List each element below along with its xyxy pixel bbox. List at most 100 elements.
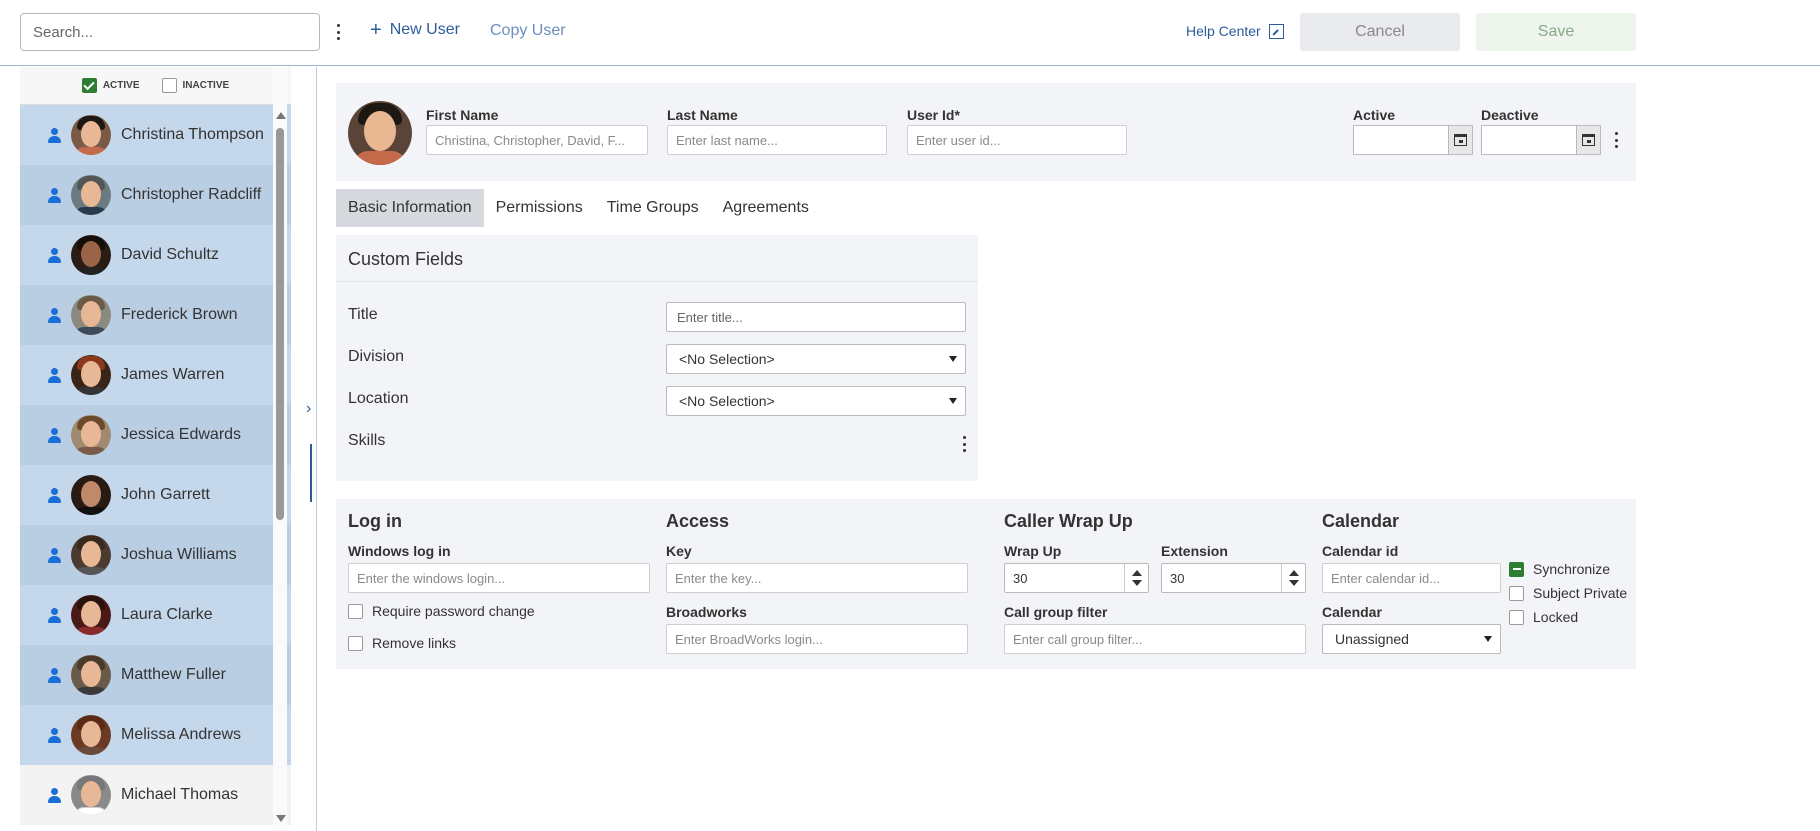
calendar-title: Calendar <box>1322 511 1400 531</box>
user-list-item[interactable]: Frederick Brown <box>20 285 291 345</box>
tab-agreements[interactable]: Agreements <box>711 189 821 227</box>
calendar-icon[interactable] <box>1448 126 1472 154</box>
user-name: David Schultz <box>121 246 219 263</box>
user-list-item[interactable]: Jessica Edwards <box>20 405 291 465</box>
first-name-field[interactable] <box>426 125 648 155</box>
calendar-id-label: Calendar id <box>1322 543 1399 559</box>
subject-private-label: Subject Private <box>1533 585 1628 601</box>
title-field[interactable] <box>666 302 966 332</box>
access-title: Access <box>666 511 730 531</box>
panel-divider <box>316 67 317 831</box>
plus-icon: + <box>370 19 382 41</box>
subject-private-option[interactable]: Subject Private <box>1509 585 1627 601</box>
divider <box>336 281 978 282</box>
deactive-date-field[interactable] <box>1481 125 1601 155</box>
help-center-link[interactable]: Help Center <box>1186 23 1284 39</box>
avatar <box>71 475 111 515</box>
require-password-option[interactable]: Require password change <box>348 603 535 619</box>
user-list-item[interactable]: Christina Thompson <box>20 105 291 165</box>
scroll-up-icon[interactable] <box>276 112 286 119</box>
person-icon <box>48 607 61 623</box>
scrollbar-thumb[interactable] <box>276 128 284 520</box>
location-select[interactable]: <No Selection> <box>666 386 966 416</box>
extension-stepper[interactable]: 30 <box>1161 563 1306 593</box>
top-toolbar: + New User Copy User Help Center Cancel … <box>0 0 1820 66</box>
user-list-item[interactable]: John Garrett <box>20 465 291 525</box>
avatar <box>71 715 111 755</box>
stepper-arrows-icon[interactable] <box>1124 564 1148 592</box>
calendar-select[interactable]: Unassigned <box>1322 624 1501 654</box>
user-name: Melissa Andrews <box>121 726 242 743</box>
user-list-item[interactable]: Christopher Radcliff <box>20 165 291 225</box>
person-icon <box>48 547 61 563</box>
inactive-label: INACTIVE <box>182 80 230 91</box>
avatar <box>71 295 111 335</box>
avatar <box>71 115 111 155</box>
new-user-button[interactable]: + New User <box>370 20 460 40</box>
user-list-item[interactable]: Melissa Andrews <box>20 705 291 765</box>
more-options-icon[interactable] <box>330 22 346 42</box>
tab-time-groups[interactable]: Time Groups <box>595 189 711 227</box>
remove-links-checkbox[interactable] <box>348 635 363 651</box>
locked-checkbox[interactable] <box>1509 609 1524 625</box>
person-icon <box>48 307 61 323</box>
wrapup-title: Caller Wrap Up <box>1004 511 1133 531</box>
cancel-button[interactable]: Cancel <box>1300 13 1460 51</box>
user-name: Laura Clarke <box>121 606 213 623</box>
subject-private-checkbox[interactable] <box>1509 585 1524 601</box>
active-date-field[interactable] <box>1353 125 1473 155</box>
wrapup-stepper[interactable]: 30 <box>1004 563 1149 593</box>
require-password-checkbox[interactable] <box>348 603 363 619</box>
skills-more-icon[interactable] <box>956 434 972 454</box>
scroll-down-icon[interactable] <box>276 815 286 822</box>
inactive-checkbox[interactable] <box>161 78 177 93</box>
active-checkbox[interactable] <box>81 78 97 93</box>
user-id-label: User Id* <box>907 107 960 123</box>
tab-basic-information[interactable]: Basic Information <box>336 189 484 227</box>
more-options-icon[interactable] <box>1608 130 1624 150</box>
user-name: John Garrett <box>121 486 210 503</box>
avatar <box>71 775 111 815</box>
user-name: Christopher Radcliff <box>121 186 262 203</box>
filter-inactive[interactable]: INACTIVE <box>161 78 230 93</box>
panel-resize-handle[interactable] <box>310 444 312 502</box>
settings-panel: Log in Windows log in Require password c… <box>336 499 1636 669</box>
user-list-item[interactable]: Michael Thomas <box>20 765 291 825</box>
person-icon <box>48 487 61 503</box>
user-id-field[interactable] <box>907 125 1127 155</box>
active-label: ACTIVE <box>102 80 140 91</box>
user-list-item[interactable]: Matthew Fuller <box>20 645 291 705</box>
location-value: <No Selection> <box>679 393 775 409</box>
user-name: Joshua Williams <box>121 546 237 563</box>
last-name-field[interactable] <box>667 125 887 155</box>
external-link-icon <box>1268 23 1284 39</box>
key-label: Key <box>666 543 692 559</box>
user-list-item[interactable]: James Warren <box>20 345 291 405</box>
broadworks-field[interactable] <box>666 624 968 654</box>
person-icon <box>48 247 61 263</box>
windows-login-field[interactable] <box>348 563 650 593</box>
division-select[interactable]: <No Selection> <box>666 344 966 374</box>
synchronize-option[interactable]: Synchronize <box>1509 561 1610 577</box>
chevron-right-icon[interactable]: › <box>306 400 311 418</box>
save-button[interactable]: Save <box>1476 13 1636 51</box>
stepper-arrows-icon[interactable] <box>1281 564 1305 592</box>
user-list-item[interactable]: Joshua Williams <box>20 525 291 585</box>
synchronize-checkbox[interactable] <box>1509 561 1524 577</box>
person-icon <box>48 727 61 743</box>
tab-permissions[interactable]: Permissions <box>484 189 595 227</box>
user-list-scrollbar[interactable] <box>273 67 287 831</box>
user-list-item[interactable]: David Schultz <box>20 225 291 285</box>
search-input[interactable] <box>20 13 320 51</box>
deactive-date-label: Deactive <box>1481 107 1539 123</box>
call-group-field[interactable] <box>1004 624 1306 654</box>
locked-label: Locked <box>1533 609 1579 625</box>
locked-option[interactable]: Locked <box>1509 609 1578 625</box>
remove-links-option[interactable]: Remove links <box>348 635 456 651</box>
user-list-item[interactable]: Laura Clarke <box>20 585 291 645</box>
calendar-icon[interactable] <box>1576 126 1600 154</box>
calendar-id-field[interactable] <box>1322 563 1501 593</box>
key-field[interactable] <box>666 563 968 593</box>
copy-user-button[interactable]: Copy User <box>490 22 566 40</box>
filter-active[interactable]: ACTIVE <box>81 78 140 93</box>
